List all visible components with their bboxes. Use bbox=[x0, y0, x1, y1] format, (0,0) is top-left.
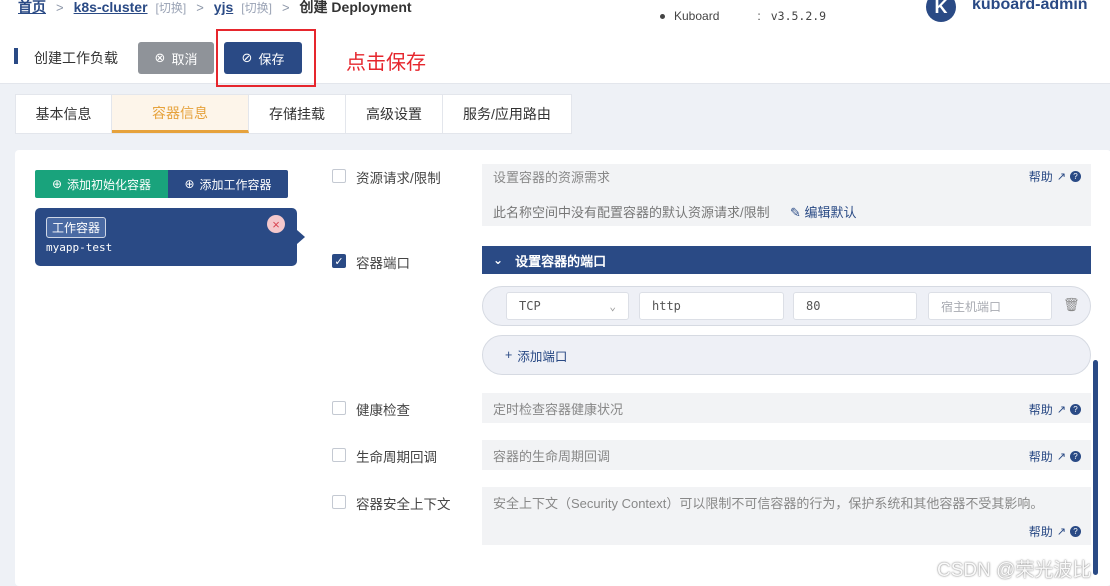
namespace-switch-link[interactable]: [切换] bbox=[241, 0, 272, 16]
ports-checkbox[interactable]: ✓ bbox=[332, 254, 346, 268]
version-info: Kuboard : v3.5.2.9 bbox=[660, 9, 826, 23]
resources-section: 设置容器的资源需求 帮助 ↗ ? 此名称空间中没有配置容器的默认资源请求/限制 … bbox=[482, 164, 1091, 226]
title-accent-bar bbox=[14, 48, 18, 64]
scrollbar-thumb[interactable] bbox=[1093, 360, 1098, 575]
cancel-button[interactable]: ⊗ 取消 bbox=[138, 42, 214, 74]
lifecycle-help-link[interactable]: 帮助 ↗ ? bbox=[1029, 448, 1081, 465]
page-title: 创建工作负载 bbox=[34, 50, 118, 66]
health-label: 健康检查 bbox=[356, 403, 410, 418]
security-help-link[interactable]: 帮助 ↗ ? bbox=[1029, 523, 1081, 540]
version-label: Kuboard bbox=[674, 9, 720, 23]
resources-hint: 设置容器的资源需求 bbox=[493, 170, 611, 185]
help-label: 帮助 bbox=[1028, 525, 1053, 539]
container-type-tag: 工作容器 bbox=[46, 217, 107, 238]
question-icon: ? bbox=[1070, 404, 1081, 415]
breadcrumb-namespace[interactable]: yjs bbox=[214, 0, 233, 15]
breadcrumb-separator-icon: > bbox=[56, 0, 64, 15]
file-add-icon: ⊕ bbox=[184, 177, 195, 191]
protocol-value: TCP bbox=[519, 299, 541, 313]
bullet-icon bbox=[660, 13, 665, 19]
breadcrumb-current: 创建 Deployment bbox=[299, 0, 412, 15]
chevron-down-icon: ⌄ bbox=[493, 253, 504, 267]
lifecycle-label: 生命周期回调 bbox=[356, 450, 437, 465]
save-highlight-box bbox=[216, 29, 316, 87]
external-link-icon: ↗ bbox=[1056, 404, 1066, 416]
breadcrumb-separator-icon: > bbox=[281, 0, 290, 15]
breadcrumb-cluster[interactable]: k8s-cluster bbox=[74, 0, 148, 15]
close-icon[interactable]: × bbox=[267, 215, 285, 233]
port-row: TCP ⌄ http 80 宿主机端口 🗑︎ bbox=[482, 286, 1091, 326]
security-hint: 安全上下文（Security Context）可以限制不可信容器的行为，保护系统… bbox=[493, 496, 1044, 511]
tab-basic-info[interactable]: 基本信息 bbox=[16, 95, 112, 133]
version-colon: : bbox=[757, 9, 761, 23]
cluster-switch-link[interactable]: [切换] bbox=[156, 0, 187, 16]
ports-section-header[interactable]: ⌄ 设置容器的端口 bbox=[482, 246, 1091, 274]
external-link-icon: ↗ bbox=[1056, 451, 1066, 463]
lifecycle-section: 容器的生命周期回调 帮助 ↗ ? bbox=[482, 440, 1091, 470]
container-panel: ⊕ 添加初始化容器 ⊕ 添加工作容器 工作容器 myapp-test × 资源请… bbox=[15, 150, 1110, 586]
health-help-link[interactable]: 帮助 ↗ ? bbox=[1029, 401, 1081, 418]
security-section: 安全上下文（Security Context）可以限制不可信容器的行为，保护系统… bbox=[482, 487, 1091, 545]
trash-icon[interactable]: 🗑︎ bbox=[1063, 297, 1080, 313]
add-port-button[interactable]: + 添加端口 bbox=[482, 335, 1091, 375]
question-icon: ? bbox=[1070, 526, 1081, 537]
resources-label: 资源请求/限制 bbox=[356, 171, 441, 186]
security-label: 容器安全上下文 bbox=[356, 497, 451, 512]
watermark: CSDN @荣光波比 bbox=[937, 560, 1092, 581]
tab-storage-mount[interactable]: 存储挂载 bbox=[249, 95, 346, 133]
add-init-container-label: 添加初始化容器 bbox=[67, 177, 152, 192]
avatar[interactable]: K bbox=[926, 0, 956, 22]
ports-header-label: 设置容器的端口 bbox=[515, 253, 607, 269]
breadcrumb-separator-icon: > bbox=[196, 0, 204, 15]
tab-container-info[interactable]: 容器信息 bbox=[112, 95, 249, 133]
container-port-input[interactable]: 80 bbox=[793, 292, 917, 320]
external-link-icon: ↗ bbox=[1056, 526, 1066, 538]
container-name: myapp-test bbox=[46, 241, 113, 254]
chevron-down-icon: ⌄ bbox=[609, 299, 616, 313]
tab-service-route[interactable]: 服务/应用路由 bbox=[443, 95, 571, 133]
add-work-container-label: 添加工作容器 bbox=[199, 177, 272, 192]
resources-note: 此名称空间中没有配置容器的默认资源请求/限制 bbox=[493, 205, 770, 220]
host-port-input[interactable]: 宿主机端口 bbox=[928, 292, 1052, 320]
edit-default-label: 编辑默认 bbox=[804, 205, 857, 220]
breadcrumb-home[interactable]: 首页 bbox=[18, 0, 46, 17]
port-name-input[interactable]: http bbox=[639, 292, 784, 320]
breadcrumb: 首页 > k8s-cluster [切换] > yjs [切换] > 创建 De… bbox=[18, 0, 412, 17]
security-checkbox[interactable] bbox=[332, 495, 346, 509]
plus-icon: + bbox=[505, 348, 513, 362]
resources-help-link[interactable]: 帮助 ↗ ? bbox=[1029, 168, 1081, 185]
container-card[interactable]: 工作容器 myapp-test × bbox=[35, 208, 305, 266]
add-init-container-button[interactable]: ⊕ 添加初始化容器 bbox=[35, 170, 168, 198]
file-add-icon: ⊕ bbox=[51, 177, 63, 191]
help-label: 帮助 bbox=[1028, 403, 1053, 417]
edit-icon: ✎ bbox=[790, 205, 801, 220]
health-hint: 定时检查容器健康状况 bbox=[493, 402, 624, 417]
username[interactable]: kuboard-admin bbox=[972, 0, 1088, 14]
cancel-label: 取消 bbox=[171, 51, 198, 67]
lifecycle-checkbox[interactable] bbox=[332, 448, 346, 462]
tab-advanced-settings[interactable]: 高级设置 bbox=[346, 95, 443, 133]
health-section: 定时检查容器健康状况 帮助 ↗ ? bbox=[482, 393, 1091, 423]
health-checkbox[interactable] bbox=[332, 401, 346, 415]
protocol-select[interactable]: TCP ⌄ bbox=[506, 292, 629, 320]
version-value: v3.5.2.9 bbox=[770, 9, 827, 23]
cancel-icon: ⊗ bbox=[154, 50, 166, 65]
add-port-label: 添加端口 bbox=[517, 349, 568, 364]
add-work-container-button[interactable]: ⊕ 添加工作容器 bbox=[168, 170, 288, 198]
help-label: 帮助 bbox=[1028, 170, 1053, 184]
resources-checkbox[interactable] bbox=[332, 169, 346, 183]
ports-label: 容器端口 bbox=[356, 256, 410, 271]
question-icon: ? bbox=[1070, 451, 1081, 462]
help-label: 帮助 bbox=[1028, 450, 1053, 464]
save-annotation: 点击保存 bbox=[346, 52, 426, 74]
edit-default-link[interactable]: ✎ 编辑默认 bbox=[790, 202, 857, 221]
question-icon: ? bbox=[1070, 171, 1081, 182]
action-bar: 创建工作负载 ⊗ 取消 ⊘ 保存 bbox=[0, 40, 1110, 84]
lifecycle-hint: 容器的生命周期回调 bbox=[493, 449, 611, 464]
top-header: 首页 > k8s-cluster [切换] > yjs [切换] > 创建 De… bbox=[0, 0, 1110, 40]
external-link-icon: ↗ bbox=[1056, 171, 1066, 183]
tab-bar: 基本信息 容器信息 存储挂载 高级设置 服务/应用路由 bbox=[15, 94, 572, 134]
